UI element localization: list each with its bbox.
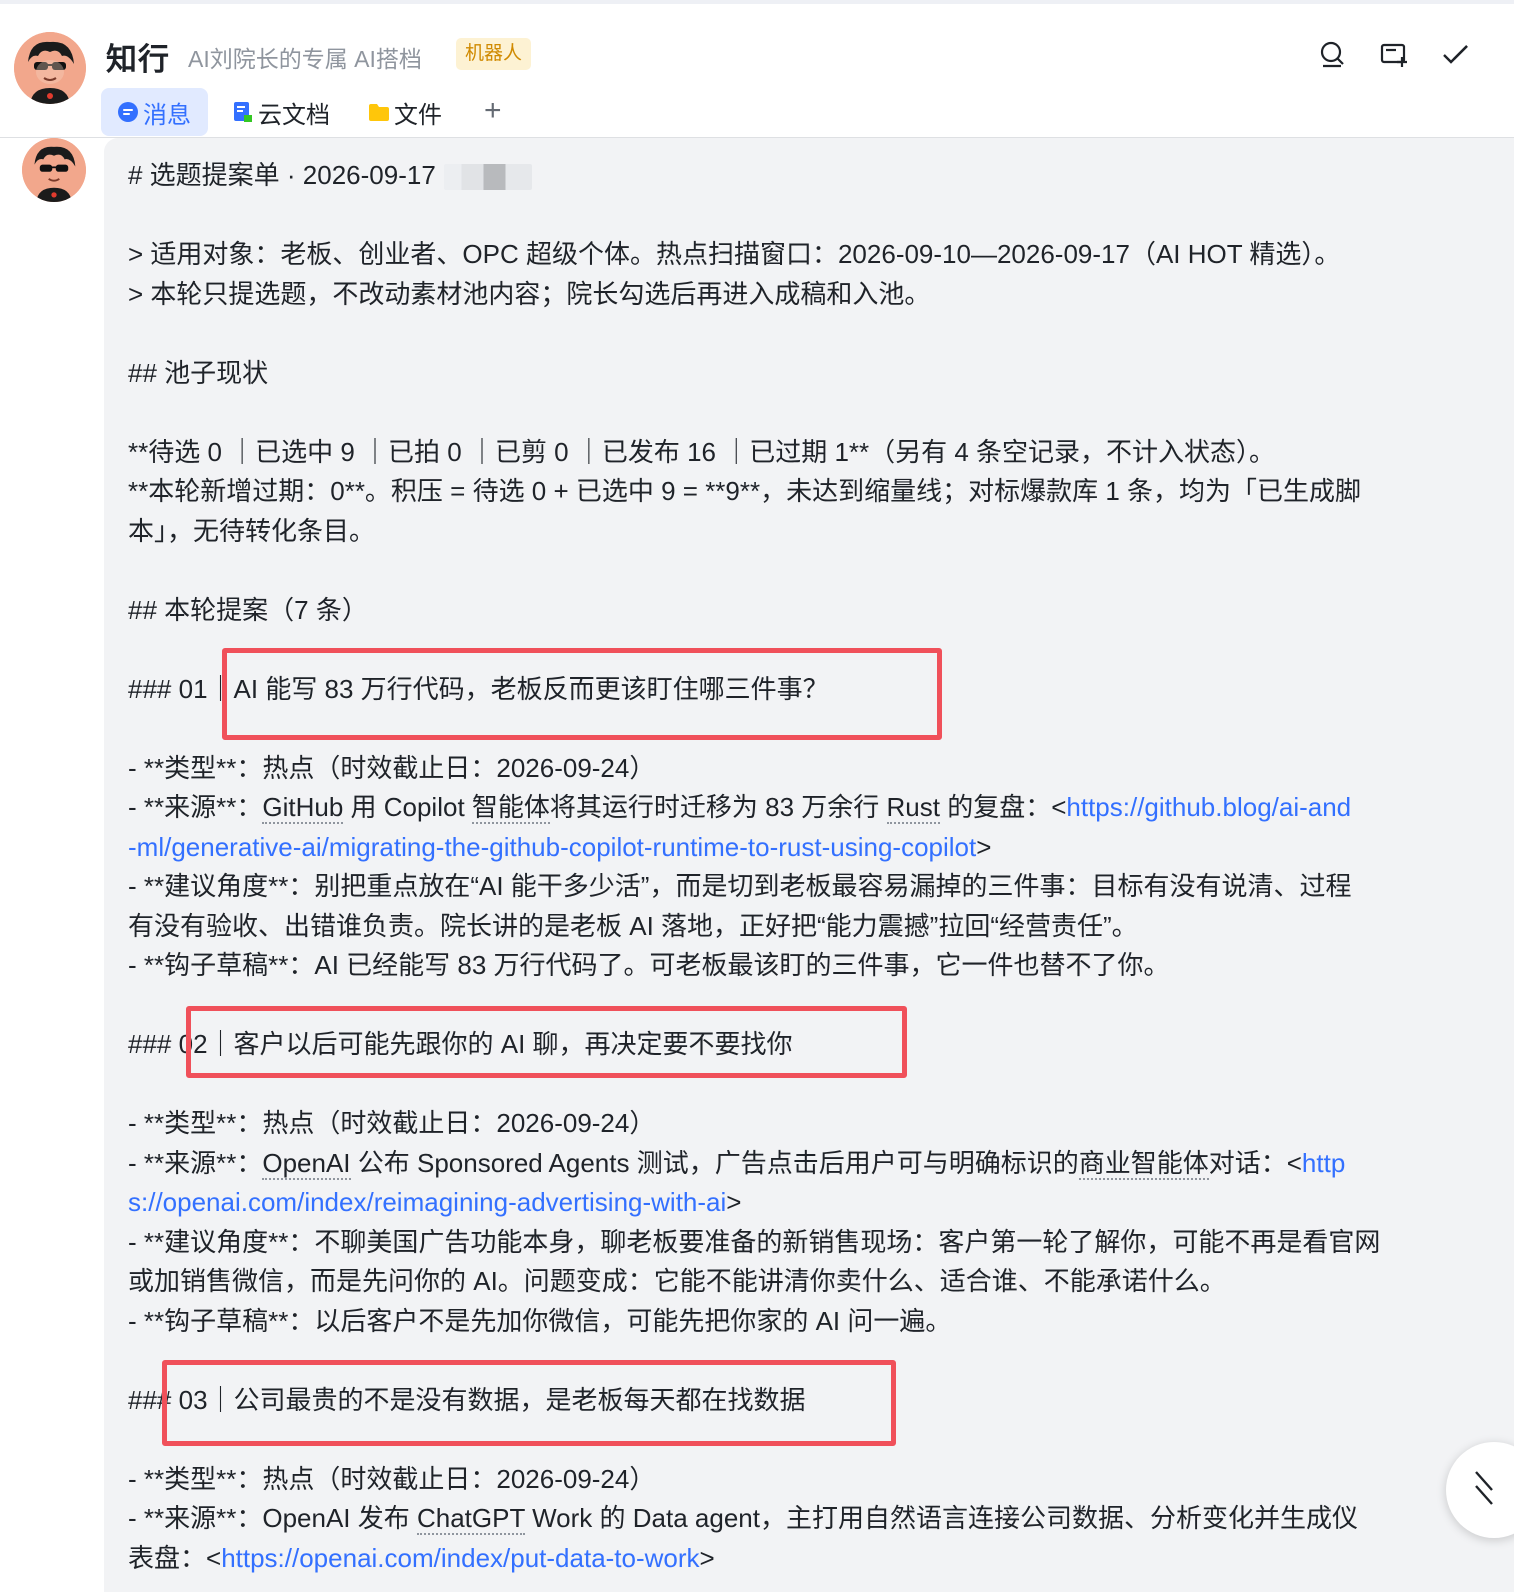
tab-label: 云文档 — [258, 101, 330, 129]
proposal-source: - **来源**：OpenAI 公布 Sponsored Agents 测试，广… — [128, 1147, 1346, 1180]
proposal-source-cont: -ml/generative-ai/migrating-the-github-c… — [128, 831, 992, 862]
chat-header: 知行 AI刘院长的专属 AI搭档 机器人 消息 云文档 文件 + — [0, 4, 1514, 138]
message-sender-avatar[interactable] — [22, 138, 86, 202]
source-link[interactable]: https://openai.com/index/put-data-to-wor… — [221, 1543, 699, 1573]
folder-icon — [368, 101, 390, 123]
doc-title-line: # 选题提案单 · 2026-09-17 — [128, 156, 1490, 196]
proposal-heading: ### 01｜AI 能写 83 万行代码，老板反而更该盯住哪三件事？ — [128, 673, 829, 704]
proposal-heading: ### 03｜公司最贵的不是没有数据，是老板每天都在找数据 — [128, 1384, 806, 1415]
proposal-source-cont: 表盘：<https://openai.com/index/put-data-to… — [128, 1542, 715, 1573]
message-area: # 选题提案单 · 2026-09-17 > 适用对象：老板、创业者、OPC 超… — [0, 138, 1514, 1592]
proposal-angle: - **建议角度**：不聊美国广告功能本身，聊老板要准备的新销售现场：客户第一轮… — [128, 1226, 1381, 1257]
done-icon[interactable] — [1436, 34, 1476, 74]
proposal-source-cont: s://openai.com/index/reimagining-adverti… — [128, 1187, 742, 1217]
proposal-source: - **来源**：OpenAI 发布 ChatGPT Work 的 Data a… — [128, 1503, 1358, 1535]
tab-label: 消息 — [143, 101, 191, 129]
proposal-heading: ### 02｜客户以后可能先跟你的 AI 聊，再决定要不要找你 — [128, 1029, 793, 1059]
source-link[interactable]: s://openai.com/index/reimagining-adverti… — [128, 1187, 726, 1217]
proposal-hook: - **钩子草稿**：AI 已经能写 83 万行代码了。可老板最该盯的三件事，它… — [128, 950, 1170, 980]
proposal-type: - **类型**：热点（时效截止日：2026-09-24） — [128, 1108, 656, 1138]
source-link[interactable]: http — [1302, 1148, 1345, 1178]
proposal-angle: 有没有验收、出错谁负责。院长讲的是老板 AI 落地，正好把“能力震撼”拉回“经营… — [128, 910, 1138, 941]
proposal-source: - **来源**：GitHub 用 Copilot 智能体将其运行时迁移为 83… — [128, 792, 1352, 824]
quote-line: > 适用对象：老板、创业者、OPC 超级个体。热点扫描窗口：2026-09-10… — [128, 239, 1341, 269]
add-tab-button[interactable]: + — [484, 96, 502, 126]
entity-mention: GitHub — [262, 792, 344, 824]
pool-status-line: **待选 0 ｜已选中 9 ｜已拍 0 ｜已剪 0 ｜已发布 16 ｜已过期 1… — [128, 436, 1276, 467]
proposal-angle: - **建议角度**：别把重点放在“AI 能干多少活”，而是切到老板最容易漏掉的… — [128, 871, 1352, 901]
entity-mention: 商业智能体 — [1078, 1147, 1209, 1180]
tab-label: 文件 — [394, 101, 442, 129]
new-topic-icon[interactable] — [1374, 34, 1414, 74]
tab-cloud-docs[interactable]: 云文档 — [232, 88, 330, 136]
section-heading: ## 本轮提案（7 条） — [128, 594, 368, 625]
entity-mention: Rust — [886, 792, 940, 824]
source-link[interactable]: -ml/generative-ai/migrating-the-github-c… — [128, 832, 976, 862]
doc-icon — [232, 101, 254, 123]
chat-title: 知行 — [106, 42, 170, 77]
chat-icon — [117, 101, 139, 123]
proposal-angle: 或加销售微信，而是先问你的 AI。问题变成：它能不能讲清你卖什么、适合谁、不能承… — [128, 1266, 1226, 1296]
quote-line: > 本轮只提选题，不改动素材池内容；院长勾选后再进入成稿和入池。 — [128, 278, 931, 309]
proposal-type: - **类型**：热点（时效截止日：2026-09-24） — [128, 1463, 656, 1494]
proposal-type: - **类型**：热点（时效截止日：2026-09-24） — [128, 752, 656, 783]
chat-subtitle: AI刘院长的专属 AI搭档 — [188, 46, 422, 72]
tab-messages[interactable]: 消息 — [101, 88, 208, 136]
tab-files[interactable]: 文件 — [368, 88, 442, 136]
proposal-hook: - **钩子草稿**：以后客户不是先加你微信，可能先把你家的 AI 问一遍。 — [128, 1305, 952, 1336]
section-heading: ## 池子现状 — [128, 357, 269, 388]
pool-status-line: **本轮新增过期：0**。积压 = 待选 0 + 已选中 9 = **9**，未… — [128, 476, 1362, 506]
source-link[interactable]: https://github.blog/ai-and — [1066, 792, 1351, 822]
pool-status-line: 本」，无待转化条目。 — [128, 515, 376, 546]
redacted-region — [443, 164, 532, 191]
bot-badge: 机器人 — [456, 38, 532, 70]
entity-mention: 智能体 — [471, 792, 550, 824]
bot-avatar[interactable] — [14, 32, 86, 104]
arrow-down-icon — [1475, 1471, 1493, 1505]
search-icon[interactable] — [1312, 34, 1352, 74]
entity-mention: OpenAI — [262, 1147, 351, 1180]
entity-mention: ChatGPT — [416, 1503, 525, 1535]
message-bubble[interactable]: # 选题提案单 · 2026-09-17 > 适用对象：老板、创业者、OPC 超… — [104, 138, 1514, 1592]
